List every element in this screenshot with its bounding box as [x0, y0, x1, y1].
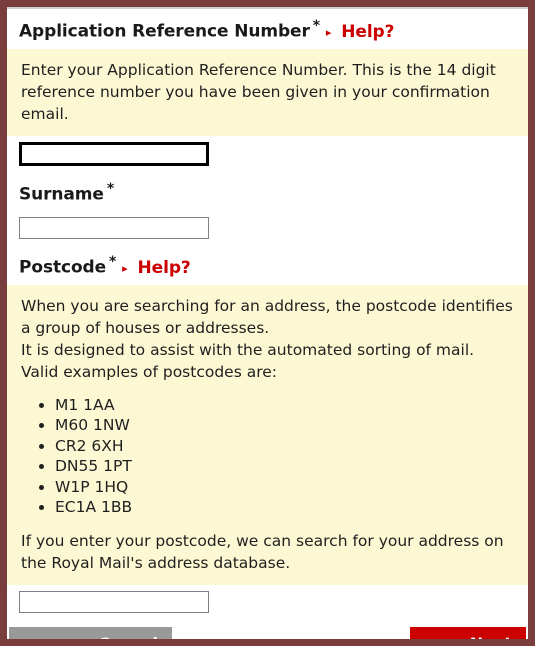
postcode-help-panel: When you are searching for an address, t…: [7, 284, 528, 585]
next-button[interactable]: Next: [410, 626, 526, 639]
postcode-help-link[interactable]: Help?: [138, 258, 191, 278]
list-item: DN55 1PT: [55, 456, 514, 476]
cancel-button[interactable]: Cancel: [9, 626, 172, 639]
required-asterisk: *: [106, 180, 115, 197]
postcode-heading: Postcode * ▸ Help?: [7, 245, 528, 285]
application-reference-number-help-text: Enter your Application Reference Number.…: [21, 60, 496, 123]
postcode-input-row: [7, 584, 528, 619]
surname-heading: Surname *: [7, 171, 528, 212]
list-item: M1 1AA: [55, 395, 514, 415]
help-arrow-icon: ▸: [325, 25, 332, 39]
surname-label: Surname: [19, 184, 104, 205]
list-item: CR2 6XH: [55, 436, 514, 456]
address-lookup-form: Application Reference Number * ▸ Help? Ent…: [0, 0, 535, 646]
application-reference-number-help-panel: Enter your Application Reference Number.…: [7, 48, 528, 136]
application-reference-number-input[interactable]: [19, 141, 209, 166]
application-reference-number-input-row: [7, 135, 528, 172]
list-item: EC1A 1BB: [55, 497, 514, 517]
application-reference-number-heading: Application Reference Number * ▸ Help?: [7, 9, 528, 49]
surname-input-row: [7, 211, 528, 246]
form-inner-panel: Application Reference Number * ▸ Help? Ent…: [7, 7, 528, 639]
list-item: W1P 1HQ: [55, 477, 514, 497]
postcode-input[interactable]: [19, 590, 209, 613]
form-button-bar: Cancel Next: [7, 618, 528, 639]
application-reference-number-label: Application Reference Number: [19, 21, 310, 42]
application-reference-number-help-link[interactable]: Help?: [341, 22, 394, 42]
list-item: M60 1NW: [55, 415, 514, 435]
postcode-help-text-line1: When you are searching for an address, t…: [21, 296, 513, 337]
postcode-help-text-line2: It is designed to assist with the automa…: [21, 340, 475, 359]
postcode-examples-list: M1 1AA M60 1NW CR2 6XH DN55 1PT W1P 1HQ …: [55, 395, 514, 518]
required-asterisk: *: [312, 18, 321, 34]
postcode-help-text-line3: Valid examples of postcodes are:: [21, 362, 278, 381]
postcode-label: Postcode: [19, 257, 107, 278]
postcode-help-text-footer: If you enter your postcode, we can searc…: [21, 531, 504, 572]
help-arrow-icon: ▸: [122, 261, 128, 275]
required-asterisk: *: [109, 254, 117, 271]
surname-input[interactable]: [19, 217, 209, 240]
